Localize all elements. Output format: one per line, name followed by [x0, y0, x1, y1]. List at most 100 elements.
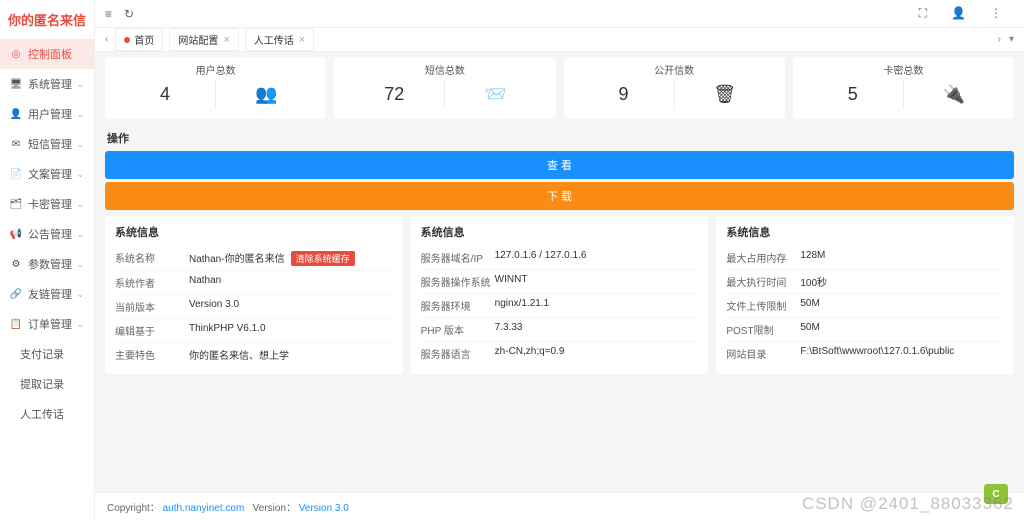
menu-item-label: 人工传话 [20, 406, 64, 422]
info-label: 系统作者 [115, 275, 189, 290]
stat-card: 公开信数9🗑 [564, 57, 785, 119]
download-button[interactable]: 下 载 [105, 182, 1014, 210]
tab-home[interactable]: 首页 [115, 28, 163, 51]
info-label: 系统名称 [115, 250, 189, 266]
content: 用户总数4👥短信总数72📨公开信数9🗑卡密总数5🔌 操作 查 看 下 载 系统信… [95, 52, 1024, 492]
info-label: 编辑基于 [115, 323, 189, 338]
refresh-icon[interactable]: ↻ [124, 7, 134, 21]
chevron-down-icon: ⌄ [76, 259, 84, 270]
close-icon[interactable]: × [299, 34, 305, 46]
info-label: 主要特色 [115, 347, 189, 362]
sidebar-item[interactable]: ✉ 短信管理 ⌄ [0, 129, 94, 159]
info-item: 网站目录F:\BtSoft\wwwroot\127.0.1.6\public [726, 342, 1004, 365]
view-button[interactable]: 查 看 [105, 151, 1014, 179]
chevron-down-icon: ⌄ [76, 199, 84, 210]
info-value: F:\BtSoft\wwwroot\127.0.1.6\public [800, 346, 954, 361]
menu-item-icon: 📋 [10, 318, 22, 330]
info-card: 系统信息最大占用内存128M最大执行时间100秒文件上传限制50MPOST限制5… [716, 216, 1014, 374]
sidebar-item[interactable]: 📢公告管理⌄ [0, 219, 94, 249]
info-value: 127.0.1.6 / 127.0.1.6 [495, 250, 587, 265]
chevron-down-icon: ⌄ [76, 289, 84, 300]
menu-item-label: 短信管理 [28, 136, 72, 152]
tab-item[interactable]: 网站配置× [169, 28, 238, 51]
stat-icon: 👥 [216, 84, 316, 105]
info-value: ThinkPHP V6.1.0 [189, 323, 266, 338]
stats-row: 用户总数4👥短信总数72📨公开信数9🗑卡密总数5🔌 [105, 57, 1014, 119]
menu-item-label: 支付记录 [20, 346, 64, 362]
sidebar-item[interactable]: 🗂卡密管理⌄ [0, 189, 94, 219]
info-value: Nathan-你的匿名来信清除系统缓存 [189, 250, 355, 266]
info-card: 系统信息系统名称Nathan-你的匿名来信清除系统缓存系统作者Nathan当前版… [105, 216, 403, 374]
nav-menu: ◎控制面板🖥系统管理⌄👤用户管理⌄✉短信管理⌄📄文案管理⌄🗂卡密管理⌄📢公告管理… [0, 39, 94, 520]
tab-item[interactable]: 人工传话× [245, 28, 314, 51]
chevron-down-icon: ⌄ [76, 109, 84, 120]
info-value: 你的匿名来信、想上学 [189, 347, 289, 362]
info-value: zh-CN,zh;q=0.9 [495, 346, 565, 361]
sidebar-subitem[interactable]: 提取记录 [0, 369, 94, 399]
sidebar: 你的匿名来信 ◎控制面板🖥系统管理⌄👤用户管理⌄✉短信管理⌄📄文案管理⌄🗂卡密管… [0, 0, 95, 520]
menu-item-label: 订单管理 [28, 316, 72, 332]
menu-item-icon: 🔗 [10, 288, 22, 300]
menu-item-label: 控制面板 [28, 46, 72, 62]
info-label: PHP 版本 [421, 322, 495, 337]
info-label: 最大占用内存 [726, 250, 800, 265]
tab-dropdown-icon[interactable]: ▾ [1005, 34, 1018, 45]
info-item: 当前版本Version 3.0 [115, 295, 393, 319]
menu-item-label: 系统管理 [28, 76, 72, 92]
tab-next-icon[interactable]: › [994, 34, 1005, 45]
sidebar-item[interactable]: 🖥 系统管理 ⌄ [0, 69, 94, 99]
sidebar-item[interactable]: 📄文案管理⌄ [0, 159, 94, 189]
info-label: 服务器操作系统 [421, 274, 495, 289]
menu-item-icon: ✉ [10, 138, 22, 150]
chevron-down-icon: ⌄ [76, 169, 84, 180]
menu-item-label: 卡密管理 [28, 196, 72, 212]
info-item: POST限制50M [726, 318, 1004, 342]
chevron-down-icon: ⌄ [76, 319, 84, 330]
info-label: 最大执行时间 [726, 274, 800, 289]
sidebar-subitem[interactable]: 人工传话 [0, 399, 94, 429]
stat-title: 短信总数 [344, 62, 545, 80]
info-item: 最大执行时间100秒 [726, 270, 1004, 294]
info-item: 服务器操作系统WINNT [421, 270, 699, 294]
close-icon[interactable]: × [223, 34, 229, 46]
copyright-label: Copyright： [107, 503, 160, 514]
sidebar-item[interactable]: 🔗 友链管理 ⌄ [0, 279, 94, 309]
info-card-title: 系统信息 [115, 224, 393, 240]
user-icon[interactable]: 👤 [951, 6, 966, 21]
info-label: 当前版本 [115, 299, 189, 314]
chevron-down-icon: ⌄ [76, 79, 84, 90]
ops-title: 操作 [105, 125, 1014, 151]
info-row: 系统信息系统名称Nathan-你的匿名来信清除系统缓存系统作者Nathan当前版… [105, 216, 1014, 374]
menu-item-label: 用户管理 [28, 106, 72, 122]
info-label: 服务器环境 [421, 298, 495, 313]
stat-icon: 📨 [445, 84, 545, 105]
info-value: 50M [800, 322, 819, 337]
sidebar-item[interactable]: ◎控制面板 [0, 39, 94, 69]
watermark-badge: C [984, 484, 1008, 504]
info-item: 编辑基于ThinkPHP V6.1.0 [115, 319, 393, 343]
tab-prev-icon[interactable]: ‹ [101, 34, 112, 45]
sidebar-subitem[interactable]: 支付记录 [0, 339, 94, 369]
info-label: 服务器域名/IP [421, 250, 495, 265]
menu-item-icon: 📢 [10, 228, 22, 240]
menu-item-icon: 🖥 [10, 78, 22, 90]
menu-toggle-icon[interactable]: ≡ [105, 7, 112, 21]
footer-link[interactable]: auth.nanyinet.com [163, 503, 245, 514]
info-label: POST限制 [726, 322, 800, 337]
footer-version[interactable]: Version 3.0 [299, 503, 349, 514]
info-label: 文件上传限制 [726, 298, 800, 313]
version-label: Version： [253, 503, 296, 514]
more-icon[interactable]: ⋮ [990, 6, 1002, 21]
sidebar-item[interactable]: 👤用户管理⌄ [0, 99, 94, 129]
fullscreen-icon[interactable]: ⛶ [919, 6, 927, 21]
stat-card: 用户总数4👥 [105, 57, 326, 119]
stat-value: 5 [803, 80, 904, 109]
sidebar-item[interactable]: 📋 订单管理 ⌄ [0, 309, 94, 339]
chevron-down-icon: ⌄ [76, 139, 84, 150]
stat-icon: 🗑 [675, 84, 775, 105]
sidebar-item[interactable]: ⚙参数管理⌄ [0, 249, 94, 279]
clear-cache-badge[interactable]: 清除系统缓存 [291, 251, 355, 266]
info-item: 服务器环境nginx/1.21.1 [421, 294, 699, 318]
topbar: ≡ ↻ ⛶ 👤 ⋮ [95, 0, 1024, 28]
menu-item-label: 友链管理 [28, 286, 72, 302]
